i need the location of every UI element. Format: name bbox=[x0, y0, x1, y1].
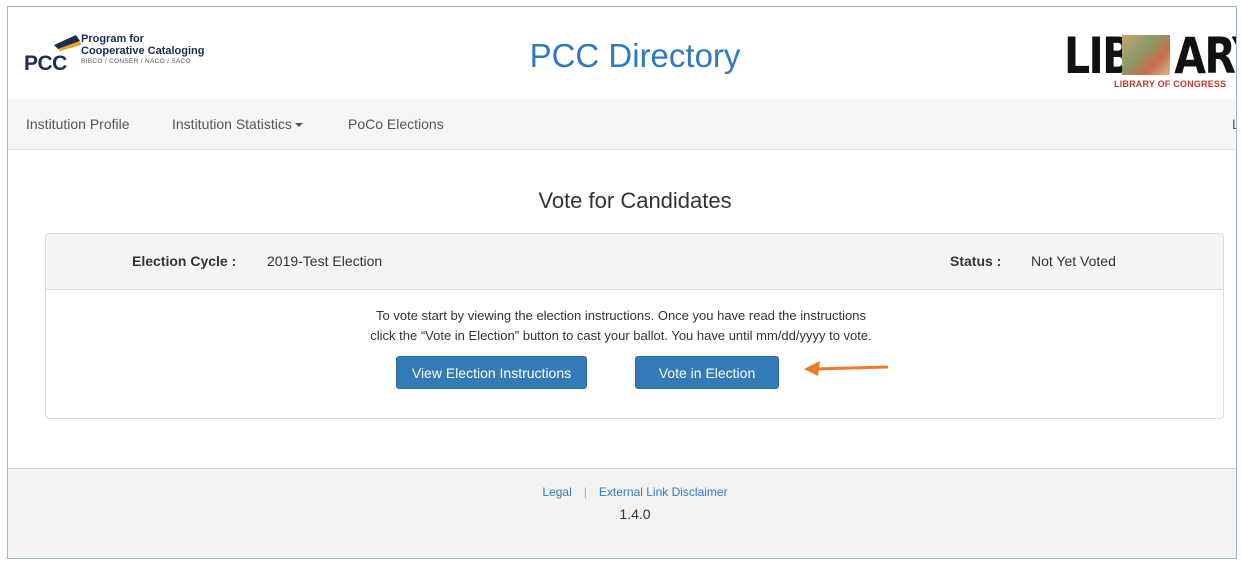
vote-heading: Vote for Candidates bbox=[538, 188, 732, 213]
app-version: 1.4.0 bbox=[619, 506, 651, 522]
election-cycle-value: 2019-Test Election bbox=[267, 253, 383, 269]
nav-item-institution-statistics-label: Institution Statistics bbox=[172, 116, 292, 132]
instructions-line-1: To vote start by viewing the election in… bbox=[376, 308, 866, 323]
instructions-line-2: click the “Vote in Election” button to c… bbox=[370, 328, 872, 343]
view-election-instructions-button[interactable]: View Election Instructions bbox=[396, 356, 587, 389]
legal-link[interactable]: Legal bbox=[542, 485, 571, 499]
chevron-down-icon bbox=[294, 123, 303, 128]
page-footer: Legal | External Link Disclaimer 1.4.0 bbox=[8, 468, 1236, 558]
orange-arrow-icon bbox=[804, 361, 889, 376]
status-label: Status : bbox=[950, 253, 1002, 269]
vote-in-election-button[interactable]: Vote in Election bbox=[635, 356, 779, 389]
nav-item-poco-elections[interactable]: PoCo Elections bbox=[348, 116, 444, 132]
library-of-congress-logo[interactable]: LIBR ARY LIBRARY OF CONGRESS bbox=[1064, 27, 1236, 89]
footer-links: Legal | External Link Disclaimer bbox=[8, 485, 1236, 499]
app-frame: PCC Program for Cooperative Cataloging B… bbox=[7, 6, 1237, 559]
nav-item-institution-statistics[interactable]: Institution Statistics bbox=[172, 116, 303, 132]
election-instructions-text: To vote start by viewing the election in… bbox=[46, 306, 1196, 346]
election-panel-header: Election Cycle : 2019-Test Election Stat… bbox=[46, 234, 1223, 290]
nav-item-logout[interactable]: L bbox=[1232, 116, 1236, 132]
loc-map-image bbox=[1122, 35, 1170, 75]
election-cycle-label: Election Cycle : bbox=[132, 253, 237, 269]
main-navbar: Institution Profile Institution Statisti… bbox=[8, 99, 1236, 150]
election-panel: Election Cycle : 2019-Test Election Stat… bbox=[45, 233, 1224, 419]
external-link-disclaimer-link[interactable]: External Link Disclaimer bbox=[599, 485, 728, 499]
footer-separator: | bbox=[583, 485, 587, 499]
page-title: PCC Directory bbox=[529, 37, 741, 74]
loc-logo-subtitle: LIBRARY OF CONGRESS bbox=[1114, 79, 1227, 89]
page-header: PCC Program for Cooperative Cataloging B… bbox=[8, 7, 1236, 100]
status-value: Not Yet Voted bbox=[1031, 253, 1116, 269]
nav-item-institution-profile[interactable]: Institution Profile bbox=[26, 116, 130, 132]
